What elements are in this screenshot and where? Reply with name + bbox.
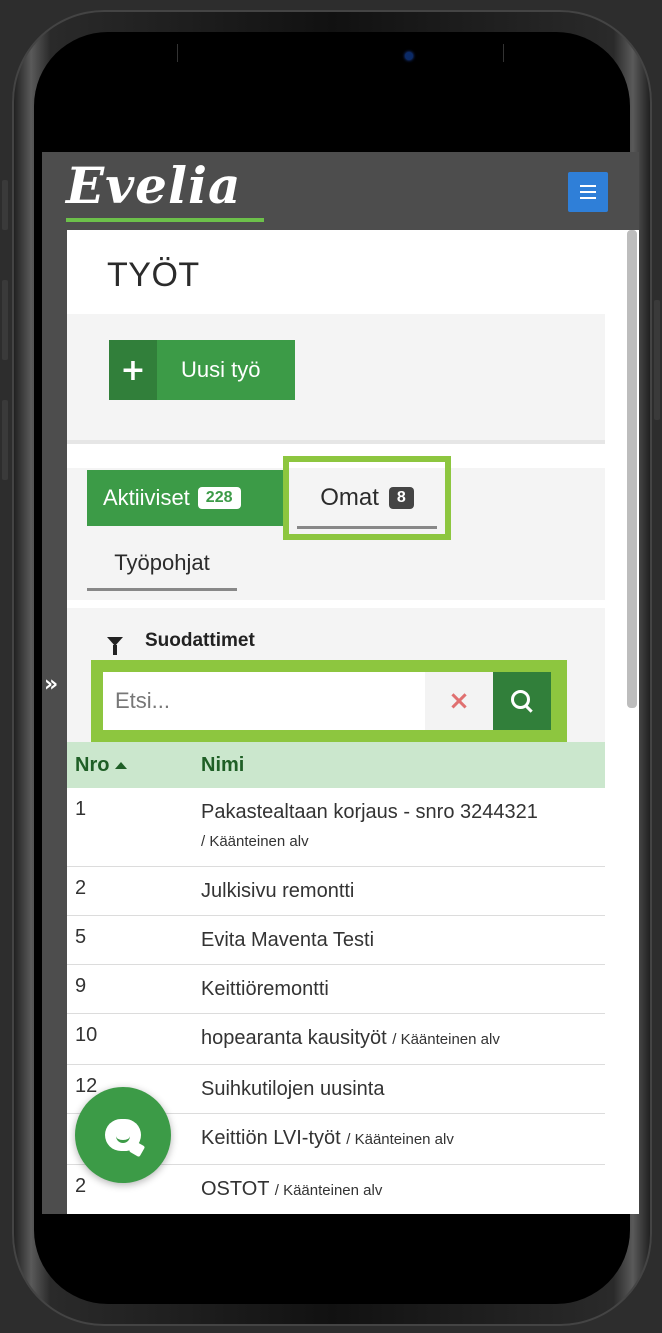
page-title: TYÖT [107,256,200,294]
tab-omat[interactable]: Omat 8 [297,470,437,529]
row-number: 2 [75,877,87,899]
tab-label: Työpohjat [114,550,210,575]
scrollbar-thumb[interactable] [627,230,637,708]
search-button[interactable] [493,672,551,730]
row-name: Julkisivu remontti [201,880,355,902]
row-name: hopearanta kausityöt [201,1027,387,1049]
filters-toggle[interactable]: Suodattimet [107,630,255,655]
tab-aktiiviset[interactable]: Aktiiviset 228 [87,470,283,526]
scrollbar[interactable] [627,230,639,1214]
filter-icon [107,636,123,655]
row-name: Keittiöremontti [201,978,329,1000]
camera-icon [405,52,413,60]
table-row[interactable]: 10 hopearanta kausityöt / Käänteinen alv [67,1014,605,1065]
row-number: 10 [75,1024,98,1046]
notch-edge-right [503,44,504,62]
count-badge: 8 [388,487,414,509]
app-screen: Evelia » TYÖT + Uusi työ Aktiiviset 228 … [42,152,639,1214]
chat-button[interactable] [75,1087,171,1183]
row-name-cell: OSTOT / Käänteinen alv [201,1165,605,1214]
hamburger-icon [580,185,596,199]
volume-down-button [2,400,8,480]
clear-icon: × [448,686,470,716]
expand-sidebar-icon[interactable]: » [44,672,58,697]
tab-label: Aktiiviset [103,485,190,510]
sort-ascending-icon [115,761,128,769]
tab-label: Omat [320,484,379,511]
row-note: / Käänteinen alv [346,1131,454,1148]
table-row[interactable]: 9 Keittiöremontti [67,965,605,1014]
row-name-cell: Pakastealtaan korjaus - snro 3244321 / Kä… [201,788,605,866]
search-input[interactable] [103,672,425,730]
row-note: / Käänteinen alv [392,1031,500,1048]
row-name: Pakastealtaan korjaus - snro 3244321 [201,801,538,823]
new-work-button[interactable]: + Uusi työ [109,340,295,400]
filters-title: Suodattimet [145,630,255,651]
table-row[interactable]: 2 Julkisivu remontti [67,867,605,916]
mute-switch [2,180,8,230]
app-logo[interactable]: Evelia [66,156,241,215]
row-name: Evita Maventa Testi [201,929,375,951]
row-number: 9 [75,975,87,997]
tabs-section: Aktiiviset 228 Omat 8 Työpohjat [67,456,605,600]
notch-edge-left [177,44,178,62]
logo-underline [66,218,264,222]
clear-search-button[interactable]: × [425,672,493,730]
search-highlight-frame: × [91,660,567,742]
menu-button[interactable] [568,172,608,212]
row-name: Suihkutilojen uusinta [201,1078,385,1100]
column-header-nimi[interactable]: Nimi [201,754,605,777]
filter-section: Suodattimet × [67,608,605,742]
row-name-cell: Evita Maventa Testi [201,916,605,964]
row-note: / Käänteinen alv [201,833,309,850]
row-number: 5 [75,926,87,948]
row-name-cell: Keittiöremontti [201,965,605,1013]
row-name-cell: hopearanta kausityöt / Käänteinen alv [201,1014,605,1064]
row-name-cell: Keittiön LVI-työt / Käänteinen alv [201,1114,605,1164]
row-name-cell: Suihkutilojen uusinta [201,1065,605,1113]
row-name-cell: Julkisivu remontti [201,867,605,915]
row-note: / Käänteinen alv [274,1182,383,1199]
new-work-section: + Uusi työ [67,314,605,444]
column-header-nro[interactable]: Nro [67,754,201,777]
search-icon [510,689,530,709]
row-number: 1 [75,798,87,820]
chat-icon [105,1119,141,1151]
power-button [654,300,660,420]
table-header: Nro Nimi [67,742,605,788]
row-name: OSTOT [201,1178,270,1200]
new-work-label: Uusi työ [181,357,261,382]
page-content: TYÖT + Uusi työ Aktiiviset 228 Omat 8 Ty… [67,230,627,1214]
table-row[interactable]: 1 Pakastealtaan korjaus - snro 3244321 / K… [67,788,605,867]
table-row[interactable]: 5 Evita Maventa Testi [67,916,605,965]
top-navbar: Evelia [42,152,639,230]
volume-up-button [2,280,8,360]
row-name: Keittiön LVI-työt [201,1127,341,1149]
plus-icon: + [109,340,157,400]
count-badge: 228 [197,487,241,509]
tab-tyopohjat[interactable]: Työpohjat [87,538,237,591]
